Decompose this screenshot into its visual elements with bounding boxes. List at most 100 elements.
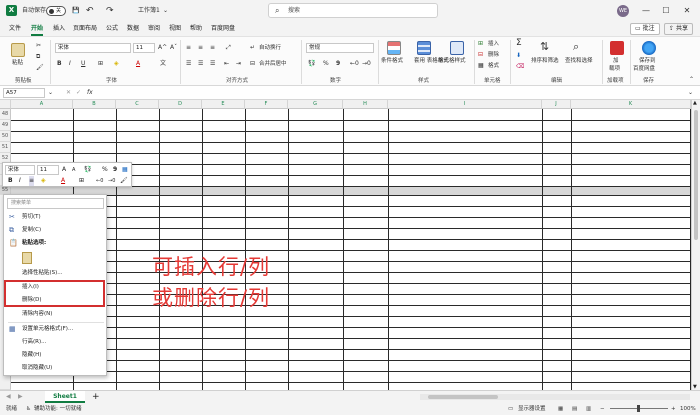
- wrap-text-icon[interactable]: ↵: [250, 43, 255, 52]
- col-header-f[interactable]: F: [245, 100, 288, 109]
- mini-shrink-font-icon[interactable]: A: [72, 165, 75, 175]
- ribbon-collapse-icon[interactable]: ⌃: [689, 75, 694, 84]
- italic-icon[interactable]: I: [69, 59, 71, 68]
- save-icon[interactable]: 💾: [72, 0, 79, 22]
- cut-icon[interactable]: ✂: [36, 41, 41, 50]
- mini-size-select[interactable]: 11: [37, 165, 59, 175]
- tab-data[interactable]: 数据: [127, 22, 139, 36]
- zoom-slider-thumb[interactable]: [637, 405, 640, 412]
- align-right-icon[interactable]: ☰: [210, 59, 215, 68]
- tab-baidu-netdisk[interactable]: 百度网盘: [211, 22, 235, 36]
- fill-icon[interactable]: ⬇: [516, 51, 521, 60]
- minimize-icon[interactable]: —: [638, 3, 654, 19]
- redo-icon[interactable]: ↷: [106, 0, 114, 22]
- mini-percent-icon[interactable]: %: [102, 165, 108, 175]
- addins-label-top[interactable]: 加: [613, 57, 619, 65]
- vertical-scrollbar[interactable]: ▲ ▼: [691, 100, 700, 390]
- restore-icon[interactable]: ☐: [658, 3, 674, 19]
- conditional-format-icon[interactable]: [387, 41, 401, 55]
- menu-item-clear[interactable]: 清除内容(N): [4, 308, 106, 320]
- mini-table-icon[interactable]: ▦: [122, 165, 128, 175]
- scroll-up-icon[interactable]: ▲: [693, 100, 697, 106]
- orientation-icon[interactable]: ⤢: [226, 43, 231, 52]
- addins-icon[interactable]: [610, 41, 624, 55]
- horizontal-scrollbar[interactable]: [420, 394, 690, 400]
- view-normal-icon[interactable]: ▦: [558, 403, 563, 415]
- wrap-text-button[interactable]: 自动换行: [259, 44, 281, 52]
- menu-item-cut[interactable]: ✂ 剪切(T): [4, 211, 106, 223]
- merge-icon[interactable]: ⊟: [250, 59, 255, 68]
- menu-item-format-cells[interactable]: ▦ 设置单元格格式(F)...: [4, 323, 106, 335]
- grow-font-icon[interactable]: A^: [158, 43, 167, 52]
- view-page-break-icon[interactable]: ▥: [586, 403, 591, 415]
- col-header-b[interactable]: B: [73, 100, 116, 109]
- mini-comma-icon[interactable]: 9: [113, 165, 117, 175]
- col-header-c[interactable]: C: [116, 100, 159, 109]
- accessibility-status[interactable]: 辅助功能: 一切就绪: [34, 403, 82, 415]
- search-box[interactable]: ⌕ 搜索: [268, 3, 438, 18]
- align-bottom-icon[interactable]: ≡: [210, 43, 215, 52]
- col-header-i[interactable]: I: [388, 100, 542, 109]
- formula-input[interactable]: [100, 88, 680, 98]
- format-cells-button[interactable]: 格式: [488, 62, 499, 70]
- tab-file[interactable]: 文件: [9, 22, 21, 36]
- row-header-49[interactable]: 49: [0, 120, 11, 131]
- enter-icon[interactable]: ✓: [76, 88, 81, 97]
- currency-icon[interactable]: 💱: [308, 59, 315, 68]
- align-middle-icon[interactable]: ≡: [198, 43, 203, 52]
- sheet-next-icon[interactable]: ▶: [18, 391, 23, 403]
- number-format-select[interactable]: 常规: [306, 43, 374, 53]
- tab-home[interactable]: 开始: [31, 22, 44, 36]
- menu-item-row-height[interactable]: 行高(R)...: [4, 336, 106, 348]
- clear-icon[interactable]: ⌫: [516, 62, 524, 71]
- select-all-corner[interactable]: [0, 100, 11, 109]
- workbook-chevron-icon[interactable]: ⌄: [163, 0, 168, 22]
- col-header-e[interactable]: E: [202, 100, 245, 109]
- find-select-button[interactable]: 查找和选择: [565, 57, 593, 65]
- zoom-level[interactable]: 100%: [680, 403, 696, 415]
- save-baidu-label-bottom[interactable]: 百度网盘: [633, 65, 655, 73]
- sheet-prev-icon[interactable]: ◀: [6, 391, 11, 403]
- mini-font-select[interactable]: 宋体: [5, 165, 35, 175]
- autosave-toggle[interactable]: 关: [46, 6, 66, 16]
- shrink-font-icon[interactable]: Aˇ: [170, 43, 177, 52]
- percent-icon[interactable]: %: [323, 59, 329, 68]
- cell-style-button[interactable]: 单元格样式: [438, 57, 466, 65]
- undo-icon[interactable]: ↶: [86, 0, 94, 22]
- paste-icon[interactable]: [11, 43, 25, 57]
- tab-review[interactable]: 审阅: [148, 22, 160, 36]
- mini-increase-decimal-icon[interactable]: ←0: [96, 176, 103, 186]
- underline-icon[interactable]: U: [81, 59, 85, 68]
- sort-filter-button[interactable]: 排序和筛选: [531, 57, 559, 65]
- table-format-icon[interactable]: [417, 41, 431, 55]
- tab-formulas[interactable]: 公式: [106, 22, 118, 36]
- col-header-k[interactable]: K: [571, 100, 691, 109]
- comma-icon[interactable]: 9: [336, 59, 340, 68]
- border-icon[interactable]: ⊞: [98, 59, 103, 68]
- tab-help[interactable]: 帮助: [190, 22, 202, 36]
- col-header-j[interactable]: J: [542, 100, 571, 109]
- selected-row[interactable]: [11, 186, 691, 195]
- sheet-tab-sheet1[interactable]: Sheet1: [45, 391, 85, 403]
- menu-item-paste-special[interactable]: 选择性粘贴(S)...: [4, 267, 106, 279]
- font-color-icon[interactable]: A: [136, 59, 140, 68]
- mini-italic-icon[interactable]: I: [19, 176, 21, 186]
- zoom-out-icon[interactable]: −: [600, 403, 605, 415]
- mini-format-painter-icon[interactable]: 🖌: [120, 176, 128, 186]
- align-center-icon[interactable]: ☰: [198, 59, 203, 68]
- tab-view[interactable]: 视图: [169, 22, 181, 36]
- mini-grow-font-icon[interactable]: A: [62, 165, 66, 175]
- tab-page-layout[interactable]: 页面布局: [73, 22, 97, 36]
- workbook-name[interactable]: 工作簿1: [138, 0, 160, 22]
- mini-bold-icon[interactable]: B: [8, 176, 13, 186]
- paste-label[interactable]: 粘贴: [12, 59, 23, 67]
- paste-clipboard-icon[interactable]: [22, 252, 32, 264]
- context-menu-search[interactable]: 搜索菜单: [7, 198, 104, 209]
- share-button[interactable]: ⇪ 共享: [664, 23, 693, 35]
- row-header-50[interactable]: 50: [0, 131, 11, 142]
- expand-formula-icon[interactable]: ⌄: [688, 88, 693, 97]
- copy-icon[interactable]: ⧉: [36, 52, 40, 61]
- baidu-cloud-icon[interactable]: [642, 41, 656, 55]
- format-painter-icon[interactable]: 🖌: [36, 63, 44, 72]
- bold-icon[interactable]: B: [57, 59, 62, 68]
